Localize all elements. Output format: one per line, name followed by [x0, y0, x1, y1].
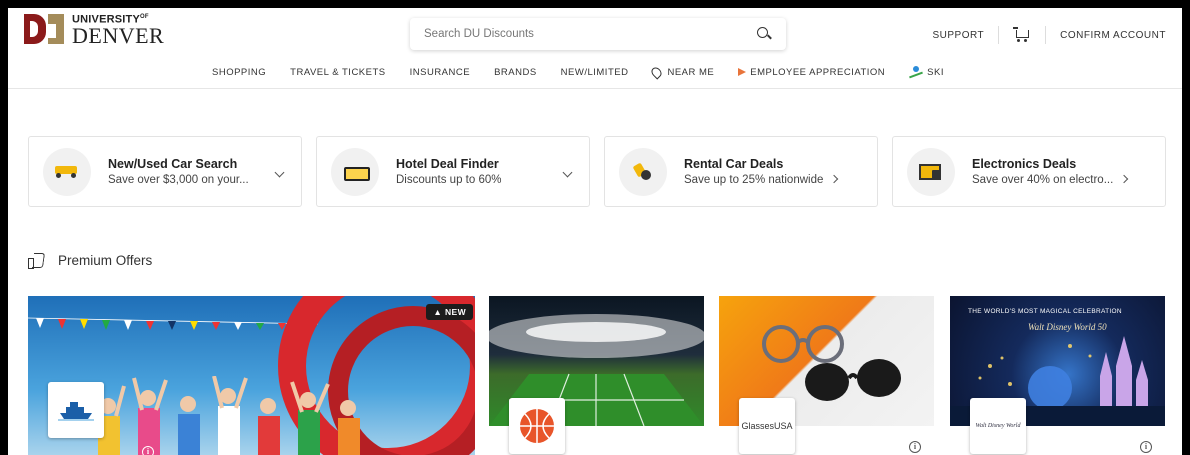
skier-icon	[909, 66, 923, 78]
header: UNIVERSITYOF DENVER SUPPORT CONFIRM ACCO…	[8, 8, 1182, 60]
glassesusa-logo-text: GlassesUSA	[741, 421, 793, 431]
nav-employee-appreciation[interactable]: EMPLOYEE APPRECIATION	[738, 67, 885, 78]
card-title: New/Used Car Search	[108, 157, 238, 171]
disney-world-logo-text: Walt Disney World	[975, 423, 1021, 429]
header-divider	[998, 26, 1000, 44]
card-title: Electronics Deals	[972, 157, 1077, 171]
nav-divider	[8, 88, 1182, 89]
nav-new-limited[interactable]: NEW/LIMITED	[561, 67, 629, 78]
support-link[interactable]: SUPPORT	[932, 30, 984, 41]
nav-shopping[interactable]: SHOPPING	[212, 67, 266, 78]
nav-label: NEAR ME	[667, 66, 715, 78]
main-nav: SHOPPING TRAVEL & TICKETS INSURANCE BRAN…	[212, 64, 944, 80]
nav-label: BRANDS	[494, 66, 537, 78]
nav-label: SKI	[927, 66, 944, 78]
info-icon[interactable]: i	[142, 446, 154, 455]
page: UNIVERSITYOF DENVER SUPPORT CONFIRM ACCO…	[8, 8, 1182, 455]
hotel-deal-card[interactable]: Hotel Deal Finder Discounts up to 60%	[316, 136, 590, 207]
search-input[interactable]	[424, 28, 756, 40]
glasses-offer-tile[interactable]: GlassesUSA i	[719, 296, 934, 455]
new-badge: ▲ NEW	[426, 304, 473, 320]
nav-near-me[interactable]: NEAR ME	[649, 64, 715, 80]
nav-label: TRAVEL & TICKETS	[290, 66, 386, 78]
chevron-right-icon	[1120, 174, 1129, 184]
quick-deal-cards: New/Used Car Search Save over $3,000 on …	[28, 136, 1166, 207]
logo-denver: DENVER	[72, 22, 165, 48]
car-keys-icon	[632, 162, 654, 182]
nav-label: EMPLOYEE APPRECIATION	[750, 66, 886, 78]
card-subtitle: Save over $3,000 on your...	[108, 174, 249, 186]
card-subtitle: Discounts up to 60%	[396, 174, 502, 186]
glassesusa-logo: GlassesUSA	[739, 398, 795, 454]
search-bar	[410, 18, 786, 50]
people-crowd	[92, 376, 360, 455]
nav-label: NEW/LIMITED	[560, 66, 629, 78]
cruise-line-logo	[48, 382, 104, 438]
nav-ski[interactable]: SKI	[909, 66, 944, 78]
sports-logo	[509, 398, 565, 454]
premium-offers-heading: Premium Offers	[28, 252, 153, 269]
location-pin-icon	[649, 64, 665, 80]
electronics-card[interactable]: Electronics Deals Save over 40% on elect…	[892, 136, 1166, 207]
new-badge-label: NEW	[444, 307, 466, 317]
chevron-right-icon	[830, 174, 839, 184]
header-links: SUPPORT CONFIRM ACCOUNT	[932, 26, 1166, 44]
disney-offer-tile[interactable]: THE WORLD'S MOST MAGICAL CELEBRATION Wal…	[950, 296, 1165, 455]
celebration-icon	[738, 68, 747, 76]
du-logo[interactable]: UNIVERSITYOF DENVER	[24, 14, 164, 47]
nav-brands[interactable]: BRANDS	[494, 67, 537, 78]
disney-world-logo: Walt Disney World	[970, 398, 1026, 454]
cart-icon[interactable]	[1013, 27, 1031, 43]
info-icon[interactable]: i	[1140, 441, 1152, 453]
thumbs-up-icon	[28, 252, 44, 269]
card-title: Hotel Deal Finder	[396, 157, 499, 171]
nav-insurance[interactable]: INSURANCE	[410, 67, 470, 78]
info-icon[interactable]: i	[909, 441, 921, 453]
nav-label: SHOPPING	[212, 66, 267, 78]
header-divider	[1045, 26, 1047, 44]
card-title: Rental Car Deals	[684, 157, 784, 171]
logo-of: OF	[140, 14, 149, 20]
car-search-card[interactable]: New/Used Car Search Save over $3,000 on …	[28, 136, 302, 207]
bed-icon	[344, 165, 370, 181]
premium-offers-label: Premium Offers	[58, 252, 153, 268]
nav-label: INSURANCE	[409, 66, 471, 78]
card-subtitle: Save up to 25% nationwide	[684, 174, 824, 186]
search-icon[interactable]	[756, 26, 772, 42]
confirm-account-link[interactable]: CONFIRM ACCOUNT	[1060, 30, 1166, 41]
nav-travel-tickets[interactable]: TRAVEL & TICKETS	[290, 67, 385, 78]
bunting-flags	[28, 317, 318, 330]
du-logo-mark	[24, 14, 66, 46]
jeep-icon	[53, 165, 81, 179]
chevron-down-icon[interactable]	[562, 167, 573, 178]
rental-car-card[interactable]: Rental Car Deals Save up to 25% nationwi…	[604, 136, 878, 207]
sports-offer-tile[interactable]	[489, 296, 704, 455]
chevron-down-icon[interactable]	[274, 167, 285, 178]
cruise-offer-tile[interactable]: ▲ NEW i	[28, 296, 475, 455]
cruise-ship-icon	[58, 402, 94, 421]
electronics-icon	[919, 162, 943, 182]
basketball-icon	[520, 409, 554, 443]
card-subtitle: Save over 40% on electro...	[972, 174, 1114, 186]
